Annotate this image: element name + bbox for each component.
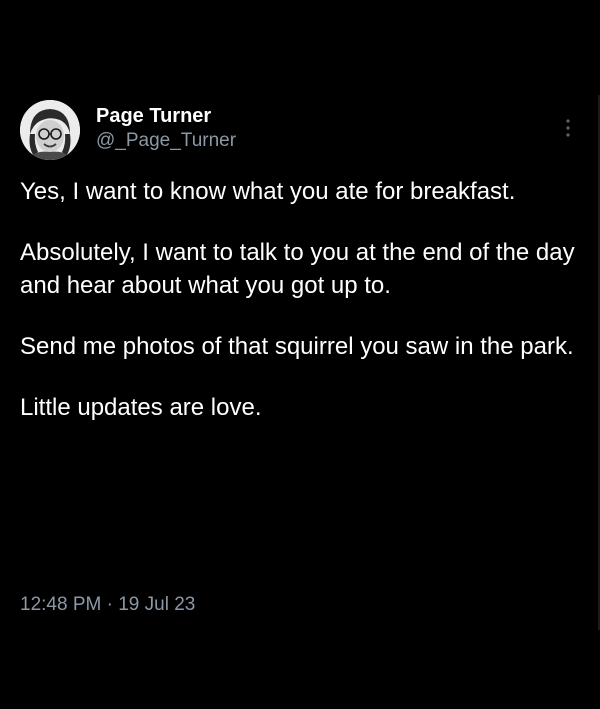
- author-names: Page Turner @_Page_Turner: [96, 103, 236, 153]
- tweet-date: 19 Jul 23: [118, 594, 196, 615]
- tweet-paragraph: Absolutely, I want to talk to you at the…: [20, 239, 575, 299]
- tweet-card: Page Turner @_Page_Turner Yes, I want to…: [0, 0, 600, 709]
- tweet-paragraph: Little updates are love.: [20, 394, 262, 421]
- more-options-icon[interactable]: [562, 116, 574, 140]
- tweet-time: 12:48 PM: [20, 594, 102, 615]
- tweet-header: Page Turner @_Page_Turner: [20, 100, 580, 162]
- author-handle[interactable]: @_Page_Turner: [96, 129, 236, 153]
- avatar-image: [20, 100, 80, 160]
- tweet-timestamp[interactable]: 12:48 PM · 19 Jul 23: [20, 592, 195, 618]
- tweet-paragraph: Send me photos of that squirrel you saw …: [20, 333, 574, 360]
- tweet-paragraph: Yes, I want to know what you ate for bre…: [20, 178, 516, 205]
- author-display-name[interactable]: Page Turner: [96, 103, 236, 129]
- tweet-text: Yes, I want to know what you ate for bre…: [20, 175, 580, 452]
- timestamp-separator: ·: [106, 594, 113, 615]
- avatar[interactable]: [20, 100, 80, 160]
